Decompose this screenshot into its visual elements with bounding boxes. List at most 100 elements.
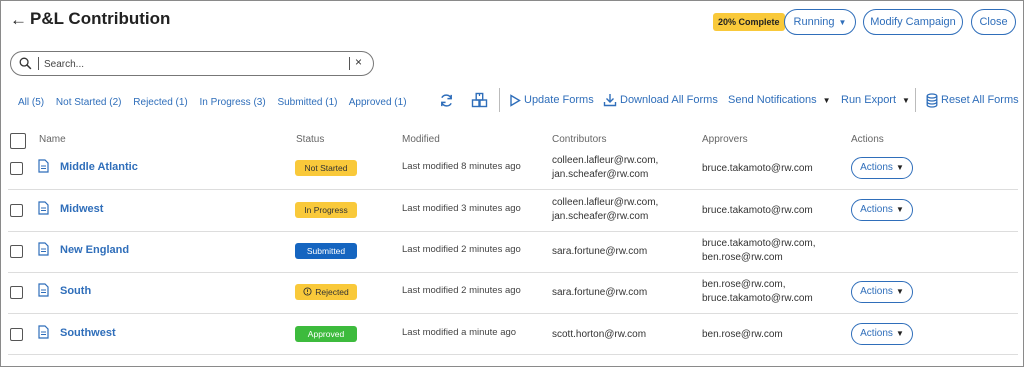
refresh-icon <box>441 93 452 107</box>
contributors-cell: sara.fortune@rw.com <box>552 245 647 259</box>
search-bar: × <box>10 51 374 76</box>
caret-down-icon: ▼ <box>895 329 904 338</box>
approvers-cell: bruce.takamoto@rw.com <box>702 204 813 218</box>
contributors-cell: colleen.lafleur@rw.com, jan.scheafer@rw.… <box>552 196 658 224</box>
status-badge: Submitted <box>295 243 357 259</box>
filter-in-progress[interactable]: In Progress (3) <box>200 97 266 108</box>
database-icon <box>926 92 938 108</box>
contributors-cell: sara.fortune@rw.com <box>552 286 647 300</box>
filter-not-started[interactable]: Not Started (2) <box>56 97 122 108</box>
table-row: Southwest Approved Last modified a minut… <box>0 314 1024 355</box>
document-icon <box>38 242 49 256</box>
status-label: Rejected <box>315 287 349 297</box>
column-header-approvers[interactable]: Approvers <box>702 134 748 145</box>
contributor-email: scott.horton@rw.com <box>552 329 647 340</box>
send-notifications-dropdown[interactable]: Send Notifications ▼ <box>728 91 831 109</box>
running-dropdown-button[interactable]: Running ▼ <box>784 9 856 35</box>
toolbar-divider <box>499 88 500 112</box>
search-icon <box>19 57 32 70</box>
run-export-label: Run Export <box>841 94 897 106</box>
actions-label: Actions <box>860 286 893 297</box>
contributor-email: jan.scheafer@rw.com <box>552 211 649 222</box>
column-header-status[interactable]: Status <box>296 134 324 145</box>
contributors-cell: colleen.lafleur@rw.com, jan.scheafer@rw.… <box>552 154 658 182</box>
form-name-link[interactable]: South <box>60 285 91 297</box>
approver-email: ben.rose@rw.com <box>702 252 783 263</box>
close-button[interactable]: Close <box>971 9 1016 35</box>
status-badge: In Progress <box>295 202 357 218</box>
row-checkbox[interactable] <box>10 162 23 175</box>
search-divider <box>38 57 39 70</box>
row-divider <box>8 354 1018 355</box>
actions-dropdown-button[interactable]: Actions ▼ <box>851 323 913 345</box>
approver-email: bruce.takamoto@rw.com <box>702 293 813 304</box>
reset-all-forms-button[interactable]: Reset All Forms <box>926 91 1019 109</box>
approvers-cell: ben.rose@rw.com <box>702 328 783 342</box>
document-icon <box>38 159 49 173</box>
column-header-modified[interactable]: Modified <box>402 134 440 145</box>
boxes-icon <box>471 92 488 108</box>
modified-text: Last modified a minute ago <box>402 327 517 338</box>
modified-text: Last modified 2 minutes ago <box>402 285 521 296</box>
select-all-checkbox[interactable] <box>10 133 26 149</box>
modified-text: Last modified 3 minutes ago <box>402 203 521 214</box>
table-row: Midwest In Progress Last modified 3 minu… <box>0 190 1024 231</box>
table-row: South Rejected Last modified 2 minutes a… <box>0 272 1024 313</box>
play-icon <box>510 93 521 107</box>
refresh-button[interactable] <box>439 91 457 109</box>
send-notifications-label: Send Notifications <box>728 94 817 106</box>
modified-text: Last modified 2 minutes ago <box>402 244 521 255</box>
run-export-dropdown[interactable]: Run Export ▼ <box>841 91 910 109</box>
status-badge: Approved <box>295 326 357 342</box>
modified-text: Last modified 8 minutes ago <box>402 161 521 172</box>
caret-down-icon: ▼ <box>822 95 831 105</box>
contributor-email: sara.fortune@rw.com <box>552 287 648 298</box>
running-label: Running <box>793 16 835 28</box>
modify-campaign-button[interactable]: Modify Campaign <box>863 9 963 35</box>
contributors-cell: scott.horton@rw.com <box>552 328 646 342</box>
filter-all[interactable]: All (5) <box>18 97 44 108</box>
alert-circle-icon <box>303 287 312 296</box>
form-name-link[interactable]: Middle Atlantic <box>60 161 138 173</box>
status-filter-bar: All (5) Not Started (2) Rejected (1) In … <box>18 97 416 108</box>
approver-email: bruce.takamoto@rw.com, <box>702 238 816 249</box>
row-checkbox[interactable] <box>10 286 23 299</box>
bundle-button[interactable] <box>471 91 491 109</box>
progress-badge: 20% Complete <box>713 13 785 31</box>
actions-dropdown-button[interactable]: Actions ▼ <box>851 157 913 179</box>
column-header-name[interactable]: Name <box>39 134 66 145</box>
table-row: Middle Atlantic Not Started Last modifie… <box>0 148 1024 189</box>
approvers-cell: bruce.takamoto@rw.com <box>702 162 813 176</box>
filter-submitted[interactable]: Submitted (1) <box>277 97 337 108</box>
approvers-cell: bruce.takamoto@rw.com, ben.rose@rw.com <box>702 237 816 265</box>
row-checkbox[interactable] <box>10 245 23 258</box>
form-name-link[interactable]: Midwest <box>60 203 103 215</box>
form-name-link[interactable]: New England <box>60 244 129 256</box>
update-forms-label: Update Forms <box>524 94 594 106</box>
contributor-email: sara.fortune@rw.com <box>552 246 648 257</box>
clear-search-icon[interactable]: × <box>355 55 362 69</box>
column-header-actions: Actions <box>851 134 884 145</box>
row-checkbox[interactable] <box>10 328 23 341</box>
form-name-link[interactable]: Southwest <box>60 327 116 339</box>
table-row: New England Submitted Last modified 2 mi… <box>0 231 1024 272</box>
column-header-contributors[interactable]: Contributors <box>552 134 606 145</box>
contributor-email: colleen.lafleur@rw.com, <box>552 197 659 208</box>
back-arrow-icon[interactable]: ← <box>10 11 27 29</box>
actions-label: Actions <box>860 162 893 173</box>
search-input[interactable] <box>44 56 344 72</box>
filter-approved[interactable]: Approved (1) <box>349 97 407 108</box>
caret-down-icon: ▼ <box>895 205 904 214</box>
actions-dropdown-button[interactable]: Actions ▼ <box>851 199 913 221</box>
download-all-forms-button[interactable]: Download All Forms <box>603 91 718 109</box>
contributor-email: colleen.lafleur@rw.com, <box>552 155 659 166</box>
search-divider <box>349 57 350 70</box>
page-title: P&L Contribution <box>30 9 171 28</box>
reset-all-forms-label: Reset All Forms <box>941 94 1019 106</box>
status-badge: Not Started <box>295 160 357 176</box>
document-icon <box>38 201 49 215</box>
update-forms-button[interactable]: Update Forms <box>509 91 594 109</box>
actions-dropdown-button[interactable]: Actions ▼ <box>851 281 913 303</box>
row-checkbox[interactable] <box>10 204 23 217</box>
filter-rejected[interactable]: Rejected (1) <box>133 97 187 108</box>
